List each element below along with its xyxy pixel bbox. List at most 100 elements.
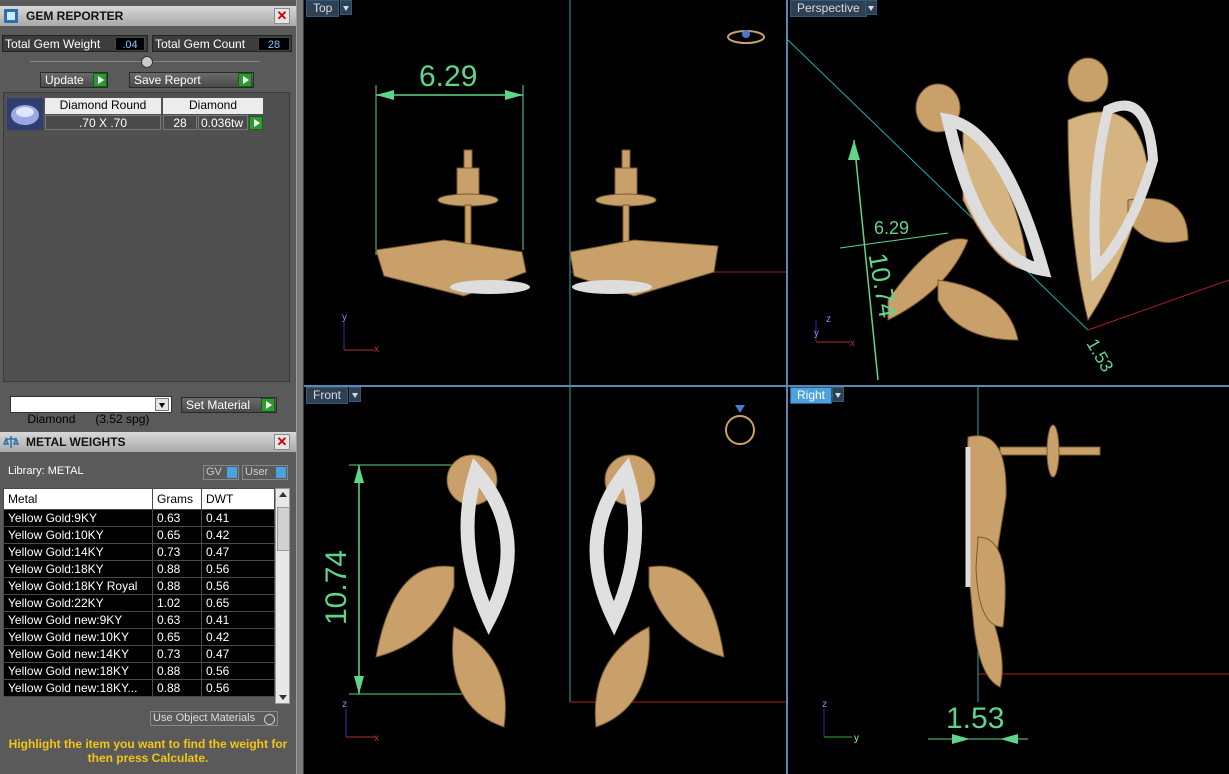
table-row[interactable]: Yellow Gold new:9KY 0.63 0.41 — [3, 611, 275, 629]
table-row[interactable]: Yellow Gold:14KY 0.73 0.47 — [3, 543, 275, 561]
user-toggle[interactable]: User — [242, 465, 288, 480]
table-cell: 0.47 — [201, 543, 275, 561]
table-cell: 0.41 — [201, 611, 275, 629]
save-report-button[interactable]: Save Report — [129, 72, 254, 88]
viewport-perspective[interactable]: Perspective x z y 6.29 10.74 1.53 — [788, 0, 1229, 385]
table-row[interactable]: Yellow Gold:22KY 1.02 0.65 — [3, 594, 275, 612]
table-cell: 0.73 — [152, 543, 202, 561]
table-row[interactable]: Yellow Gold new:18KY... 0.88 0.56 — [3, 679, 275, 697]
table-cell: 0.65 — [152, 526, 202, 544]
set-material-label: Set Material — [186, 398, 251, 412]
table-cell: 0.56 — [201, 679, 275, 697]
radio-icon — [264, 714, 275, 725]
column-header[interactable]: Metal — [3, 488, 153, 510]
user-info-icon — [276, 467, 286, 478]
axis-x-label: x — [374, 733, 379, 744]
table-cell: 0.65 — [152, 628, 202, 646]
table-cell: Yellow Gold new:18KY — [3, 662, 153, 680]
axis-z-label: z — [826, 314, 831, 325]
viewport-right[interactable]: Right z y 1.53 — [788, 387, 1229, 774]
gem-reporter-icon — [4, 9, 18, 23]
gv-label: GV — [206, 466, 222, 478]
table-cell: Yellow Gold:9KY — [3, 509, 153, 527]
right-view-render: z y — [822, 387, 1229, 744]
table-row[interactable]: Yellow Gold new:14KY 0.73 0.47 — [3, 645, 275, 663]
gem-weight: 0.036tw — [198, 115, 248, 130]
table-cell: 0.42 — [201, 628, 275, 646]
scroll-down-icon[interactable] — [279, 695, 287, 700]
close-icon[interactable]: ✕ — [274, 8, 290, 24]
material-select[interactable]: Diamond (3.52 spg) — [10, 396, 172, 426]
scrollbar-thumb[interactable] — [277, 507, 290, 551]
slider-handle[interactable] — [141, 56, 153, 68]
table-row[interactable]: Yellow Gold:18KY 0.88 0.56 — [3, 560, 275, 578]
table-row[interactable]: Yellow Gold:18KY Royal 0.88 0.56 — [3, 577, 275, 595]
table-cell: Yellow Gold:18KY Royal — [3, 577, 153, 595]
table-cell: 0.88 — [152, 662, 202, 680]
table-cell: Yellow Gold new:18KY... — [3, 679, 153, 697]
table-cell: Yellow Gold:22KY — [3, 594, 153, 612]
column-header[interactable]: DWT — [201, 488, 275, 510]
total-weight-value: .04 — [115, 37, 145, 51]
orientation-ring-icon — [727, 30, 765, 44]
axis-x-label: x — [850, 338, 855, 349]
table-cell: Yellow Gold:10KY — [3, 526, 153, 544]
gem-size: .70 X .70 — [45, 115, 161, 130]
table-cell: 1.02 — [152, 594, 202, 612]
axis-y-label: y — [814, 328, 819, 339]
axis-z-label: z — [822, 699, 827, 710]
calculate-hint: Highlight the item you want to find the … — [8, 737, 288, 765]
use-object-materials-toggle[interactable]: Use Object Materials — [150, 711, 278, 726]
scroll-up-icon[interactable] — [279, 492, 287, 497]
table-scrollbar[interactable] — [275, 488, 290, 704]
gem-reporter-title: GEM REPORTER — [26, 9, 124, 23]
table-cell: 0.47 — [201, 645, 275, 663]
top-view-render: x y — [342, 0, 786, 385]
use-object-materials-label: Use Object Materials — [153, 712, 256, 724]
diamond-round-icon — [7, 98, 43, 130]
table-row[interactable]: Yellow Gold new:10KY 0.65 0.42 — [3, 628, 275, 646]
chevron-down-icon[interactable] — [155, 398, 169, 411]
table-cell: 0.88 — [152, 577, 202, 595]
table-cell: 0.63 — [152, 611, 202, 629]
update-go-icon[interactable] — [93, 73, 107, 87]
table-cell: 0.56 — [201, 560, 275, 578]
table-cell: 0.88 — [152, 560, 202, 578]
set-material-go-icon[interactable] — [261, 398, 275, 412]
front-view-render: x z — [342, 387, 786, 744]
scale-icon — [3, 436, 19, 448]
dimension-width-perspective: 6.29 — [874, 218, 910, 238]
library-label: Library: METAL — [8, 465, 84, 477]
table-row[interactable]: Yellow Gold:10KY 0.65 0.42 — [3, 526, 275, 544]
viewport-front[interactable]: Front x z 10.74 — [304, 387, 786, 774]
gem-count: 28 — [163, 115, 197, 130]
table-cell: Yellow Gold:14KY — [3, 543, 153, 561]
total-count-label: Total Gem Count — [155, 37, 246, 51]
table-cell: Yellow Gold:18KY — [3, 560, 153, 578]
column-header[interactable]: Grams — [152, 488, 202, 510]
save-report-label: Save Report — [134, 73, 201, 87]
gem-row-go-icon[interactable] — [249, 116, 263, 130]
metal-weights-titlebar: METAL WEIGHTS ✕ — [0, 432, 296, 452]
table-row[interactable]: Yellow Gold new:18KY 0.88 0.56 — [3, 662, 275, 680]
material-select-value: Diamond (3.52 spg) — [27, 412, 150, 426]
gem-reporter-titlebar: GEM REPORTER ✕ — [0, 6, 296, 26]
gv-toggle[interactable]: GV — [203, 465, 239, 480]
metal-weights-title: METAL WEIGHTS — [26, 435, 126, 449]
table-row[interactable]: Yellow Gold:9KY 0.63 0.41 — [3, 509, 275, 527]
perspective-view-render: x z y — [788, 39, 1229, 381]
table-cell: Yellow Gold new:9KY — [3, 611, 153, 629]
panel-splitter[interactable] — [296, 0, 304, 774]
save-report-go-icon[interactable] — [238, 73, 252, 87]
table-cell: 0.88 — [152, 679, 202, 697]
side-panel: GEM REPORTER ✕ Total Gem Weight .04 Tota… — [0, 0, 300, 774]
viewport-top[interactable]: Top x y 6.29 — [304, 0, 786, 385]
dimension-height-front: 10.74 — [320, 549, 353, 625]
gem-list — [3, 92, 290, 382]
gem-shape: Diamond Round — [45, 98, 161, 114]
update-label: Update — [45, 73, 84, 87]
total-weight-label: Total Gem Weight — [5, 37, 101, 51]
gv-info-icon — [227, 467, 237, 478]
axis-y-label: y — [854, 733, 859, 744]
close-icon[interactable]: ✕ — [274, 434, 290, 450]
